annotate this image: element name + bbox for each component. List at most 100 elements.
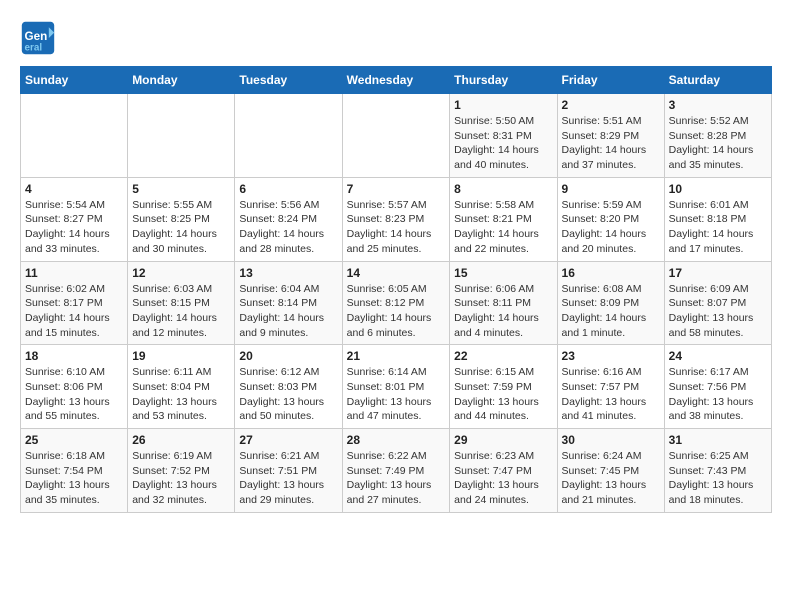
day-info: Sunrise: 5:58 AM Sunset: 8:21 PM Dayligh… — [454, 198, 552, 257]
day-info: Sunrise: 6:18 AM Sunset: 7:54 PM Dayligh… — [25, 449, 123, 508]
calendar-cell: 2 Sunrise: 5:51 AM Sunset: 8:29 PM Daylig… — [557, 94, 664, 178]
day-number: 20 — [239, 349, 337, 363]
day-info: Sunrise: 6:12 AM Sunset: 8:03 PM Dayligh… — [239, 365, 337, 424]
day-info: Sunrise: 6:09 AM Sunset: 8:07 PM Dayligh… — [669, 282, 767, 341]
day-number: 26 — [132, 433, 230, 447]
calendar-cell: 23 Sunrise: 6:16 AM Sunset: 7:57 PM Dayli… — [557, 345, 664, 429]
day-header-friday: Friday — [557, 67, 664, 94]
calendar-cell: 7 Sunrise: 5:57 AM Sunset: 8:23 PM Daylig… — [342, 177, 450, 261]
day-number: 1 — [454, 98, 552, 112]
calendar-cell: 15 Sunrise: 6:06 AM Sunset: 8:11 PM Dayli… — [450, 261, 557, 345]
calendar-cell: 22Sunrise: 6:15 AM Sunset: 7:59 PM Dayli… — [450, 345, 557, 429]
calendar-cell: 28 Sunrise: 6:22 AM Sunset: 7:49 PM Dayli… — [342, 429, 450, 513]
day-number: 19 — [132, 349, 230, 363]
day-number: 2 — [562, 98, 660, 112]
calendar-cell: 27 Sunrise: 6:21 AM Sunset: 7:51 PM Dayli… — [235, 429, 342, 513]
day-info: Sunrise: 6:25 AM Sunset: 7:43 PM Dayligh… — [669, 449, 767, 508]
day-info: Sunrise: 6:23 AM Sunset: 7:47 PM Dayligh… — [454, 449, 552, 508]
day-number: 17 — [669, 266, 767, 280]
calendar-cell: 11Sunrise: 6:02 AM Sunset: 8:17 PM Dayli… — [21, 261, 128, 345]
calendar-table: SundayMondayTuesdayWednesdayThursdayFrid… — [20, 66, 772, 513]
calendar-week-4: 18 Sunrise: 6:10 AM Sunset: 8:06 PM Dayli… — [21, 345, 772, 429]
calendar-cell: 16 Sunrise: 6:08 AM Sunset: 8:09 PM Dayli… — [557, 261, 664, 345]
calendar-cell: 25 Sunrise: 6:18 AM Sunset: 7:54 PM Dayli… — [21, 429, 128, 513]
day-info: Sunrise: 6:11 AM Sunset: 8:04 PM Dayligh… — [132, 365, 230, 424]
day-info: Sunrise: 5:54 AM Sunset: 8:27 PM Dayligh… — [25, 198, 123, 257]
calendar-cell: 29 Sunrise: 6:23 AM Sunset: 7:47 PM Dayli… — [450, 429, 557, 513]
day-number: 25 — [25, 433, 123, 447]
day-info: Sunrise: 5:51 AM Sunset: 8:29 PM Dayligh… — [562, 114, 660, 173]
day-number: 14 — [347, 266, 446, 280]
day-number: 12 — [132, 266, 230, 280]
logo: Gen eral — [20, 20, 60, 56]
calendar-cell: 30 Sunrise: 6:24 AM Sunset: 7:45 PM Dayli… — [557, 429, 664, 513]
day-number: 8 — [454, 182, 552, 196]
calendar-week-2: 4 Sunrise: 5:54 AM Sunset: 8:27 PM Daylig… — [21, 177, 772, 261]
day-number: 27 — [239, 433, 337, 447]
day-number: 6 — [239, 182, 337, 196]
day-info: Sunrise: 6:24 AM Sunset: 7:45 PM Dayligh… — [562, 449, 660, 508]
header: Gen eral — [20, 20, 772, 56]
day-number: 24 — [669, 349, 767, 363]
day-number: 21 — [347, 349, 446, 363]
calendar-body: 1 Sunrise: 5:50 AM Sunset: 8:31 PM Daylig… — [21, 94, 772, 513]
day-info: Sunrise: 6:21 AM Sunset: 7:51 PM Dayligh… — [239, 449, 337, 508]
day-number: 3 — [669, 98, 767, 112]
calendar-cell: 9Sunrise: 5:59 AM Sunset: 8:20 PM Daylig… — [557, 177, 664, 261]
day-number: 13 — [239, 266, 337, 280]
calendar-cell: 18 Sunrise: 6:10 AM Sunset: 8:06 PM Dayli… — [21, 345, 128, 429]
day-info: Sunrise: 5:50 AM Sunset: 8:31 PM Dayligh… — [454, 114, 552, 173]
day-number: 11 — [25, 266, 123, 280]
day-info: Sunrise: 6:05 AM Sunset: 8:12 PM Dayligh… — [347, 282, 446, 341]
day-info: Sunrise: 5:57 AM Sunset: 8:23 PM Dayligh… — [347, 198, 446, 257]
day-info: Sunrise: 6:03 AM Sunset: 8:15 PM Dayligh… — [132, 282, 230, 341]
day-number: 29 — [454, 433, 552, 447]
day-number: 28 — [347, 433, 446, 447]
day-number: 18 — [25, 349, 123, 363]
calendar-cell: 24Sunrise: 6:17 AM Sunset: 7:56 PM Dayli… — [664, 345, 771, 429]
calendar-week-5: 25 Sunrise: 6:18 AM Sunset: 7:54 PM Dayli… — [21, 429, 772, 513]
calendar-cell: 4 Sunrise: 5:54 AM Sunset: 8:27 PM Daylig… — [21, 177, 128, 261]
calendar-cell — [21, 94, 128, 178]
calendar-cell: 20 Sunrise: 6:12 AM Sunset: 8:03 PM Dayli… — [235, 345, 342, 429]
calendar-week-1: 1 Sunrise: 5:50 AM Sunset: 8:31 PM Daylig… — [21, 94, 772, 178]
day-info: Sunrise: 5:59 AM Sunset: 8:20 PM Dayligh… — [562, 198, 660, 257]
day-info: Sunrise: 6:08 AM Sunset: 8:09 PM Dayligh… — [562, 282, 660, 341]
day-number: 5 — [132, 182, 230, 196]
day-info: Sunrise: 6:16 AM Sunset: 7:57 PM Dayligh… — [562, 365, 660, 424]
calendar-cell: 12 Sunrise: 6:03 AM Sunset: 8:15 PM Dayli… — [128, 261, 235, 345]
day-header-tuesday: Tuesday — [235, 67, 342, 94]
day-info: Sunrise: 6:10 AM Sunset: 8:06 PM Dayligh… — [25, 365, 123, 424]
calendar-cell: 21Sunrise: 6:14 AM Sunset: 8:01 PM Dayli… — [342, 345, 450, 429]
calendar-cell: 31 Sunrise: 6:25 AM Sunset: 7:43 PM Dayli… — [664, 429, 771, 513]
calendar-cell: 5 Sunrise: 5:55 AM Sunset: 8:25 PM Daylig… — [128, 177, 235, 261]
day-number: 30 — [562, 433, 660, 447]
day-header-monday: Monday — [128, 67, 235, 94]
calendar-cell: 1 Sunrise: 5:50 AM Sunset: 8:31 PM Daylig… — [450, 94, 557, 178]
day-info: Sunrise: 5:52 AM Sunset: 8:28 PM Dayligh… — [669, 114, 767, 173]
day-number: 4 — [25, 182, 123, 196]
calendar-cell — [128, 94, 235, 178]
calendar-cell: 17 Sunrise: 6:09 AM Sunset: 8:07 PM Dayli… — [664, 261, 771, 345]
day-number: 31 — [669, 433, 767, 447]
calendar-cell: 19 Sunrise: 6:11 AM Sunset: 8:04 PM Dayli… — [128, 345, 235, 429]
calendar-cell — [342, 94, 450, 178]
day-info: Sunrise: 6:01 AM Sunset: 8:18 PM Dayligh… — [669, 198, 767, 257]
calendar-cell: 14 Sunrise: 6:05 AM Sunset: 8:12 PM Dayli… — [342, 261, 450, 345]
calendar-header-row: SundayMondayTuesdayWednesdayThursdayFrid… — [21, 67, 772, 94]
day-header-sunday: Sunday — [21, 67, 128, 94]
day-number: 23 — [562, 349, 660, 363]
day-header-wednesday: Wednesday — [342, 67, 450, 94]
day-info: Sunrise: 6:06 AM Sunset: 8:11 PM Dayligh… — [454, 282, 552, 341]
calendar-cell: 26 Sunrise: 6:19 AM Sunset: 7:52 PM Dayli… — [128, 429, 235, 513]
day-number: 10 — [669, 182, 767, 196]
svg-text:Gen: Gen — [25, 30, 48, 43]
day-info: Sunrise: 6:22 AM Sunset: 7:49 PM Dayligh… — [347, 449, 446, 508]
day-number: 7 — [347, 182, 446, 196]
day-number: 15 — [454, 266, 552, 280]
day-number: 16 — [562, 266, 660, 280]
calendar-cell: 6Sunrise: 5:56 AM Sunset: 8:24 PM Daylig… — [235, 177, 342, 261]
day-info: Sunrise: 6:15 AM Sunset: 7:59 PM Dayligh… — [454, 365, 552, 424]
day-info: Sunrise: 6:19 AM Sunset: 7:52 PM Dayligh… — [132, 449, 230, 508]
day-info: Sunrise: 5:55 AM Sunset: 8:25 PM Dayligh… — [132, 198, 230, 257]
